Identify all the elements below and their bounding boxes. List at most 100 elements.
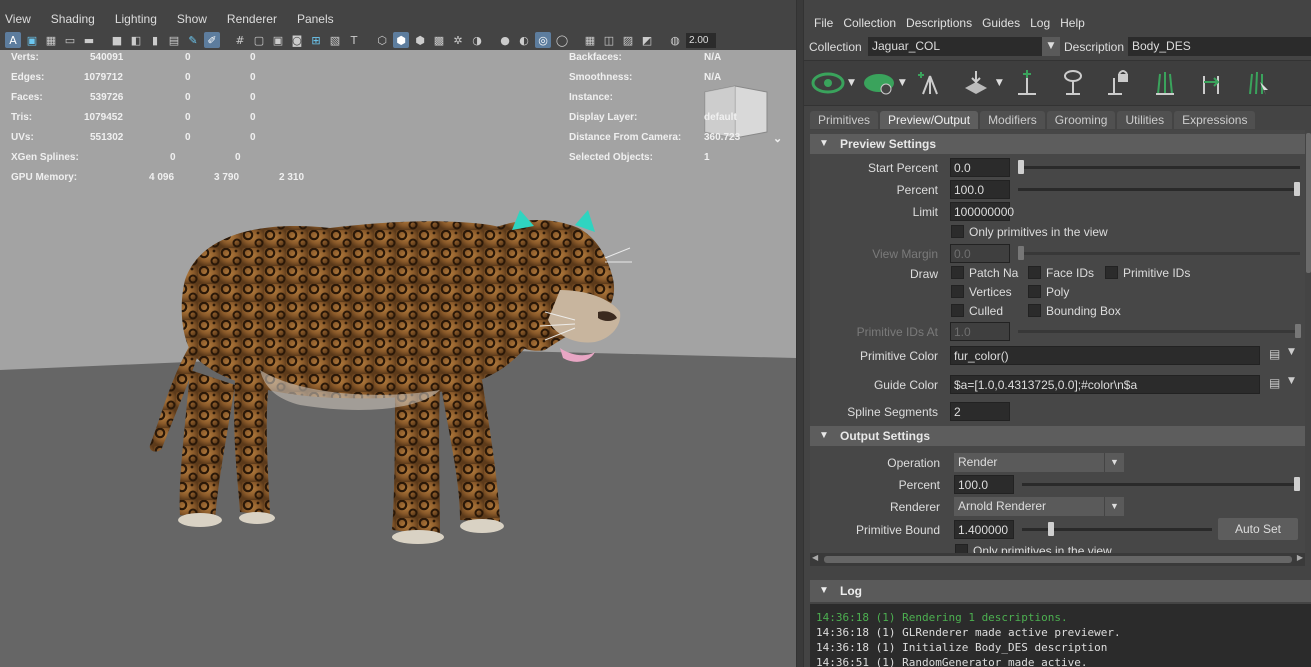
lock-guide-icon[interactable] [1099,63,1139,103]
primitive-ids-at-slider-handle[interactable] [1295,324,1301,338]
xgen-menu-collection[interactable]: Collection [839,16,902,30]
move-guide-dropdown-icon[interactable]: ▼ [996,78,1003,88]
xgen-menu-help[interactable]: Help [1056,16,1091,30]
primitive-bound-field[interactable]: 1.400000 [954,520,1014,539]
panel-splitter[interactable] [796,0,804,667]
spline-segments-field[interactable]: 2 [950,402,1010,421]
output-settings-header[interactable]: ▼ Output Settings [810,426,1305,446]
xgen-menu-log[interactable]: Log [1026,16,1056,30]
xgen-menu-guides[interactable]: Guides [978,16,1026,30]
preview-percent-field[interactable]: 100.0 [950,180,1010,199]
limit-field[interactable]: 100000000 [950,202,1014,221]
view-margin-field[interactable]: 0.0 [950,244,1010,263]
xgen-menu-descriptions[interactable]: Descriptions [902,16,978,30]
xray-components-icon[interactable]: ◩ [639,32,655,48]
hide-leaf-icon[interactable] [859,63,899,103]
menu-renderer[interactable]: Renderer [226,12,286,26]
guide-color-dropdown-icon[interactable]: ▼ [1288,376,1295,386]
start-percent-slider[interactable] [1018,166,1300,169]
hide-dropdown-icon[interactable]: ▼ [899,78,906,88]
move-guide-icon[interactable] [956,63,996,103]
gate-mask-icon[interactable]: ◙ [289,32,305,48]
select-guides-icon[interactable] [1237,63,1277,103]
camera-attributes-icon[interactable]: ◧ [128,32,144,48]
draw-face-ids-checkbox[interactable] [1028,266,1041,279]
primitive-color-field[interactable]: fur_color() [950,346,1260,365]
smooth-shade-icon[interactable]: ⬢ [393,32,409,48]
anti-aliasing-icon[interactable]: ◎ [535,32,551,48]
menu-view[interactable]: View [4,12,40,26]
menu-show[interactable]: Show [176,12,216,26]
safe-action-icon[interactable]: ▧ [327,32,343,48]
preview-settings-header[interactable]: ▼ Preview Settings [810,134,1305,154]
isolate-select-icon[interactable]: ▦ [582,32,598,48]
primitive-ids-at-slider[interactable] [1018,330,1300,333]
grid-icon[interactable]: # [232,32,248,48]
exposure-field[interactable]: 2.00 [686,32,716,48]
description-select[interactable]: Body_DES [1128,37,1311,56]
sculpt-guides-icon[interactable] [1145,63,1185,103]
draw-poly-checkbox[interactable] [1028,285,1041,298]
screen-space-ao-icon[interactable]: ● [497,32,513,48]
film-gate-toggle-icon[interactable]: ▢ [251,32,267,48]
operation-dropdown[interactable]: Render ▼ [954,453,1124,472]
resolution-toggle-icon[interactable]: ▣ [270,32,286,48]
xgen-menu-file[interactable]: File [810,16,839,30]
start-percent-slider-handle[interactable] [1018,160,1024,174]
exposure-icon[interactable]: ◍ [667,32,683,48]
view-margin-slider-handle[interactable] [1018,246,1024,260]
renderer-dropdown[interactable]: Arnold Renderer ▼ [954,497,1124,516]
view-cube-menu-chevron-icon[interactable]: ⌄ [773,132,782,145]
camera-icon[interactable]: ■ [109,32,125,48]
safe-title-icon[interactable]: T [346,32,362,48]
lights-icon[interactable]: ✲ [450,32,466,48]
output-percent-field[interactable]: 100.0 [954,475,1014,494]
film-gate-icon[interactable]: ▭ [62,32,78,48]
select-camera-icon[interactable]: A [5,32,21,48]
tab-preview-output[interactable]: Preview/Output [880,111,979,129]
motion-blur-icon[interactable]: ◐ [516,32,532,48]
primitive-ids-at-field[interactable]: 1.0 [950,322,1010,341]
horizontal-scrollbar[interactable]: ◀ ▶ [810,553,1305,566]
field-chart-icon[interactable]: ⊞ [308,32,324,48]
textured-icon[interactable]: ▩ [431,32,447,48]
guide-color-expression-icon[interactable]: ▤ [1269,376,1280,390]
collection-select[interactable]: Jaguar_COL [868,37,1044,56]
visibility-eye-icon[interactable] [808,63,848,103]
tab-primitives[interactable]: Primitives [810,111,879,129]
guide-color-field[interactable]: $a=[1.0,0.4313725,0.0];#color\n$a [950,375,1260,394]
wireframe-on-shaded-icon[interactable]: ⬢ [412,32,428,48]
preview-percent-slider[interactable] [1018,188,1300,191]
flip-guides-icon[interactable] [1191,63,1231,103]
menu-lighting[interactable]: Lighting [114,12,166,26]
draw-patch-names-checkbox[interactable] [951,266,964,279]
auto-set-button[interactable]: Auto Set [1218,518,1298,540]
xray-icon[interactable]: ◫ [601,32,617,48]
add-guide-icon[interactable] [910,63,950,103]
primitive-color-expression-icon[interactable]: ▤ [1269,347,1280,361]
vertical-scrollbar[interactable] [1306,133,1311,273]
3d-viewport[interactable]: Verts: 540091 0 0 Edges: 1079712 0 0 Fac… [0,50,796,667]
grid-snap-icon[interactable]: ▦ [43,32,59,48]
menu-panels[interactable]: Panels [296,12,343,26]
resolution-gate-icon[interactable]: ▬ [81,32,97,48]
primitive-color-dropdown-icon[interactable]: ▼ [1288,347,1295,357]
view-margin-slider[interactable] [1018,252,1300,255]
horizontal-scrollbar-thumb[interactable] [824,556,1292,563]
frame-icon[interactable]: ▣ [24,32,40,48]
depth-of-field-icon[interactable]: ◯ [554,32,570,48]
draw-primitive-ids-checkbox[interactable] [1105,266,1118,279]
add-primitive-icon[interactable] [1007,63,1047,103]
collection-dropdown-icon[interactable]: ▼ [1042,37,1060,56]
guide-visibility-icon[interactable] [1053,63,1093,103]
log-output[interactable]: 14:36:18 (1) Rendering 1 descriptions. 1… [810,604,1311,667]
grease-pencil-icon[interactable]: ✐ [204,32,220,48]
start-percent-field[interactable]: 0.0 [950,158,1010,177]
preview-percent-slider-handle[interactable] [1294,182,1300,196]
output-percent-slider-handle[interactable] [1294,477,1300,491]
log-header[interactable]: ▼ Log [810,580,1311,602]
tab-utilities[interactable]: Utilities [1117,111,1173,129]
tab-grooming[interactable]: Grooming [1046,111,1116,129]
draw-bounding-box-checkbox[interactable] [1028,304,1041,317]
xray-joints-icon[interactable]: ▨ [620,32,636,48]
